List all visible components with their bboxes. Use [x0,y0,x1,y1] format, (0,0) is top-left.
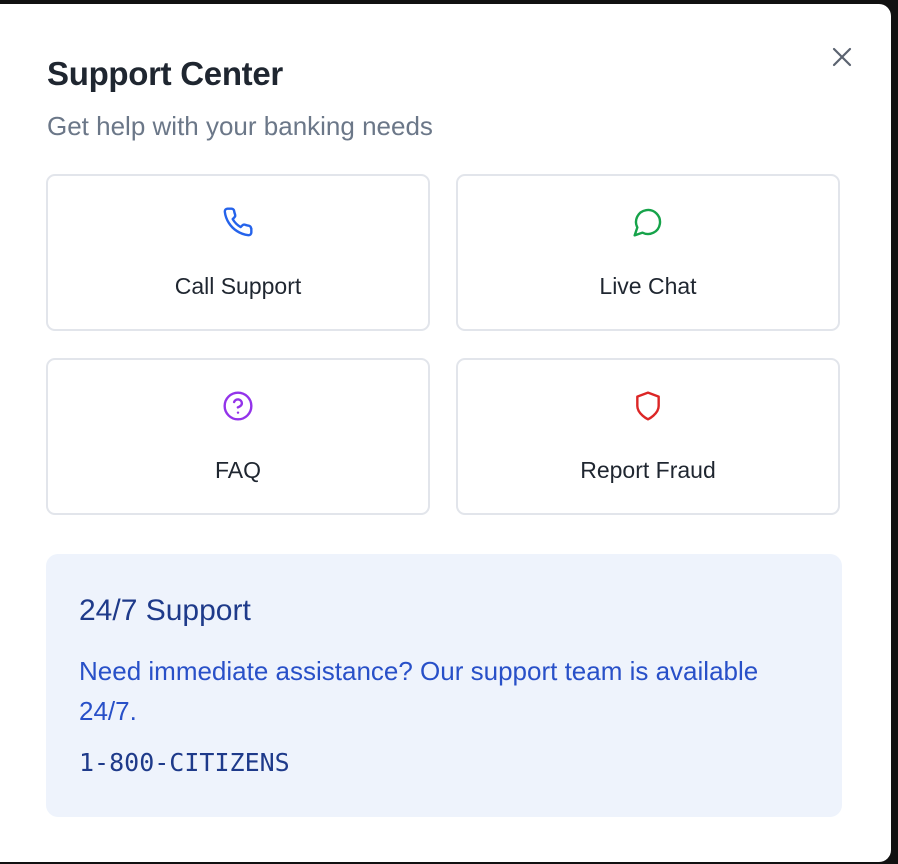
modal-title: Support Center [47,55,283,92]
shield-icon [636,391,660,421]
support-info-panel: 24/7 Support Need immediate assistance? … [46,554,842,817]
live-chat-button[interactable]: Live Chat [456,174,840,331]
call-support-button[interactable]: Call Support [46,174,430,331]
close-button[interactable] [828,43,856,71]
phone-icon [223,207,253,237]
chat-bubble-icon [633,208,662,237]
report-fraud-button[interactable]: Report Fraud [456,358,840,515]
support-center-modal: Support Center Get help with your bankin… [0,4,891,862]
faq-button[interactable]: FAQ [46,358,430,515]
faq-label: FAQ [214,457,261,483]
support-info-text: Need immediate assistance? Our support t… [79,656,759,726]
modal-subtitle: Get help with your banking needs [47,111,433,141]
call-support-label: Call Support [174,273,302,299]
help-circle-icon [223,391,253,421]
close-icon [832,47,852,67]
live-chat-label: Live Chat [599,273,697,299]
report-fraud-label: Report Fraud [580,457,716,483]
support-info-title: 24/7 Support [79,594,251,627]
support-phone-number[interactable]: 1-800-CITIZENS [79,747,290,779]
